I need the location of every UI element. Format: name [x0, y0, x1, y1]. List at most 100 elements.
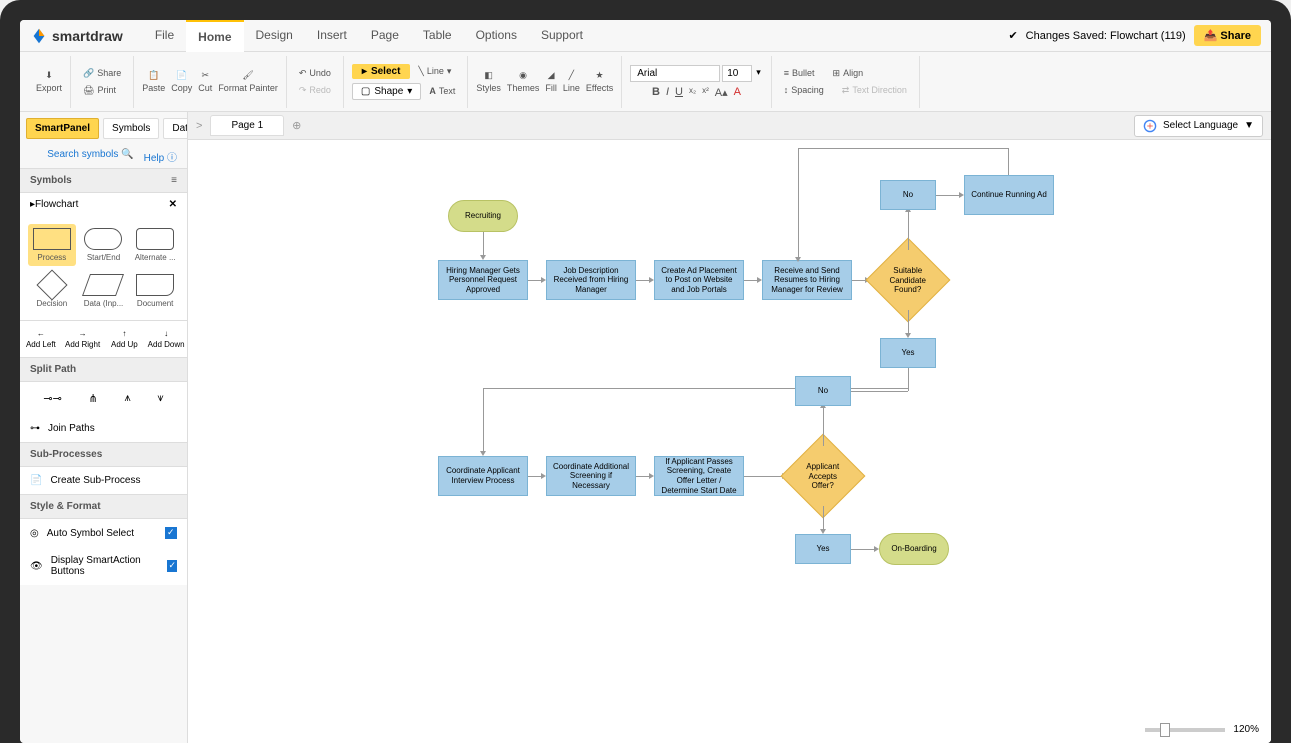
hamburger-icon[interactable]: ≡: [171, 175, 177, 186]
symbols-section-header: Symbols≡: [20, 168, 187, 193]
node-interview[interactable]: Coordinate Applicant Interview Process: [438, 456, 528, 496]
help-link[interactable]: Help ⓘ: [144, 149, 177, 164]
menu-options[interactable]: Options: [464, 20, 529, 52]
ribbon-toolbar: ⬇Export 🔗 Share 🖨 Print 📋Paste 📄Copy ✂Cu…: [20, 52, 1271, 112]
cut-button[interactable]: ✂Cut: [198, 70, 212, 93]
themes-button[interactable]: ◉Themes: [507, 70, 540, 93]
redo-button[interactable]: ↷ Redo: [295, 83, 335, 98]
tab-smartpanel[interactable]: SmartPanel: [26, 118, 99, 139]
share-link-button[interactable]: 🔗 Share: [79, 66, 125, 81]
menu-table[interactable]: Table: [411, 20, 464, 52]
export-button[interactable]: ⬇Export: [36, 70, 62, 93]
superscript-button[interactable]: x²: [702, 86, 709, 99]
smartaction-toggle[interactable]: 👁 Display SmartAction Buttons: [20, 547, 187, 585]
bold-button[interactable]: B: [652, 86, 660, 99]
subscript-button[interactable]: x₂: [689, 86, 696, 99]
add-up-button[interactable]: ↑Add Up: [104, 321, 146, 357]
select-tool-button[interactable]: ▸ Select: [352, 64, 411, 79]
node-offer-letter[interactable]: If Applicant Passes Screening, Create Of…: [654, 456, 744, 496]
zoom-slider[interactable]: [1145, 728, 1225, 732]
app-name: smartdraw: [52, 28, 123, 44]
symbol-decision[interactable]: Decision: [28, 270, 76, 312]
node-job-description[interactable]: Job Description Received from Hiring Man…: [546, 260, 636, 300]
split-fork-icon[interactable]: ⩛: [157, 392, 163, 405]
save-status: Changes Saved: Flowchart (119): [1026, 30, 1186, 42]
node-onboarding[interactable]: On-Boarding: [879, 533, 949, 565]
copy-button[interactable]: 📄Copy: [171, 70, 192, 93]
text-tool-button[interactable]: A Text: [425, 83, 459, 100]
menu-insert[interactable]: Insert: [305, 20, 359, 52]
add-left-button[interactable]: ←Add Left: [20, 321, 62, 357]
main-menu: File Home Design Insert Page Table Optio…: [143, 20, 595, 52]
add-down-button[interactable]: ↓Add Down: [145, 321, 187, 357]
font-grow-button[interactable]: A▴: [715, 86, 728, 99]
split-path-header: Split Path: [20, 357, 187, 382]
spacing-button[interactable]: ↕ Spacing: [780, 83, 828, 98]
symbol-startend[interactable]: Start/End: [80, 224, 128, 266]
google-icon: [1143, 119, 1157, 133]
drawing-canvas[interactable]: Recruiting Hiring Manager Gets Personnel…: [188, 140, 1271, 743]
tab-data[interactable]: Data: [163, 118, 188, 139]
font-family-select[interactable]: [630, 65, 720, 82]
language-select[interactable]: Select Language ▼: [1134, 115, 1263, 137]
checkmark-icon: ✔: [1008, 29, 1017, 42]
menu-support[interactable]: Support: [529, 20, 595, 52]
style-format-header: Style & Format: [20, 494, 187, 519]
smartdraw-logo-icon: [30, 27, 48, 45]
symbol-alternate[interactable]: Alternate ...: [131, 224, 179, 266]
node-yes-2[interactable]: Yes: [795, 534, 851, 564]
left-sidebar: SmartPanel Symbols Data ✕ Search symbols…: [20, 112, 188, 743]
share-button[interactable]: 📤 Share: [1194, 25, 1261, 46]
menu-design[interactable]: Design: [244, 20, 305, 52]
menu-home[interactable]: Home: [186, 20, 243, 52]
italic-button[interactable]: I: [666, 86, 669, 99]
split-branch-icon[interactable]: ⋔: [89, 392, 98, 405]
tab-symbols[interactable]: Symbols: [103, 118, 159, 139]
add-right-button[interactable]: →Add Right: [62, 321, 104, 357]
search-symbols-link[interactable]: Search symbols 🔍: [47, 149, 133, 164]
symbol-process[interactable]: Process: [28, 224, 76, 266]
undo-button[interactable]: ↶ Undo: [295, 66, 335, 81]
symbol-document[interactable]: Document: [131, 270, 179, 312]
create-subprocess-button[interactable]: 📄 Create Sub-Process: [20, 467, 187, 494]
subprocess-header: Sub-Processes: [20, 442, 187, 467]
auto-symbol-toggle[interactable]: ◎ Auto Symbol Select: [20, 519, 187, 547]
print-button[interactable]: 🖨 Print: [79, 83, 125, 98]
font-size-select[interactable]: [722, 65, 752, 82]
line-tool-button[interactable]: ╲ Line ▾: [414, 64, 455, 79]
font-color-button[interactable]: A: [734, 86, 741, 99]
underline-button[interactable]: U: [675, 86, 683, 99]
bullet-button[interactable]: ≡ Bullet: [780, 66, 819, 81]
tabs-left-arrow[interactable]: >: [196, 120, 202, 132]
close-category-button[interactable]: ✕: [169, 199, 177, 210]
top-menubar: smartdraw File Home Design Insert Page T…: [20, 20, 1271, 52]
align-button[interactable]: ⊞ Align: [829, 66, 868, 81]
shape-tool-button[interactable]: ▢ Shape ▾: [352, 83, 421, 100]
paste-button[interactable]: 📋Paste: [142, 70, 165, 93]
flowchart-category[interactable]: ▸ Flowchart✕: [20, 193, 187, 216]
styles-button[interactable]: ◧Styles: [476, 70, 501, 93]
fill-button[interactable]: ◢Fill: [545, 70, 557, 93]
menu-file[interactable]: File: [143, 20, 186, 52]
node-hiring-approved[interactable]: Hiring Manager Gets Personnel Request Ap…: [438, 260, 528, 300]
menu-page[interactable]: Page: [359, 20, 411, 52]
font-size-dropdown-icon[interactable]: ▾: [754, 65, 763, 82]
node-recruiting[interactable]: Recruiting: [448, 200, 518, 232]
node-receive-resumes[interactable]: Receive and Send Resumes to Hiring Manag…: [762, 260, 852, 300]
page-tab-1[interactable]: Page 1: [210, 115, 284, 136]
format-painter-button[interactable]: 🖌Format Painter: [218, 70, 278, 93]
join-paths-button[interactable]: ⊶ Join Paths: [20, 415, 187, 442]
node-yes-1[interactable]: Yes: [880, 338, 936, 368]
line-style-button[interactable]: ╱Line: [563, 70, 580, 93]
node-no-2[interactable]: No: [795, 376, 851, 406]
split-horiz-icon[interactable]: ⊸⊸: [43, 392, 61, 405]
symbol-data[interactable]: Data (Inp...: [80, 270, 128, 312]
node-screening[interactable]: Coordinate Additional Screening if Neces…: [546, 456, 636, 496]
node-no-1[interactable]: No: [880, 180, 936, 210]
node-create-ad[interactable]: Create Ad Placement to Post on Website a…: [654, 260, 744, 300]
split-tree-icon[interactable]: ⩚: [124, 392, 130, 405]
node-continue-ad[interactable]: Continue Running Ad: [964, 175, 1054, 215]
text-direction-button[interactable]: ⇄ Text Direction: [838, 83, 911, 98]
effects-button[interactable]: ★Effects: [586, 70, 613, 93]
add-page-button[interactable]: ⊕: [292, 119, 301, 132]
